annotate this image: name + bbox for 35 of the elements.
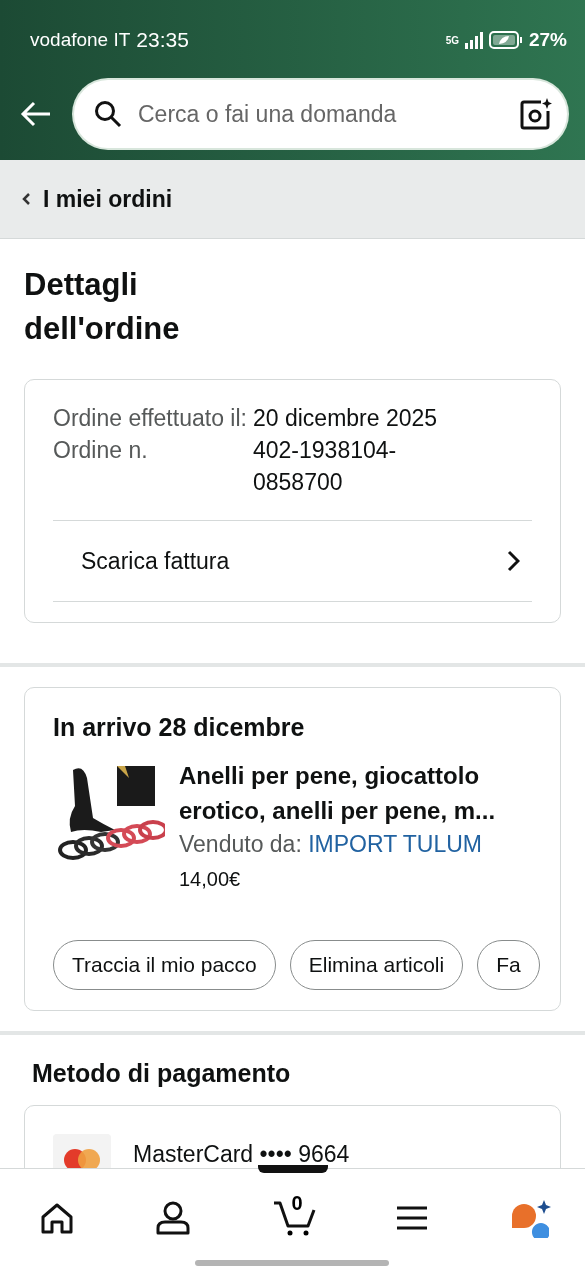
back-arrow-icon[interactable] (20, 101, 52, 127)
action-chip[interactable]: Fa (477, 940, 540, 990)
menu-icon (396, 1205, 429, 1231)
handle-bar (258, 1165, 328, 1173)
clock: 23:35 (136, 28, 189, 52)
seller-label: Venduto da: (179, 831, 302, 857)
page-title: Dettagli dell'ordine (23, 266, 181, 348)
field-label: Ordine n. (53, 436, 149, 465)
signal-icon (464, 31, 483, 49)
card-number: MasterCard •••• 9664 (133, 1140, 350, 1168)
seller-link[interactable]: IMPORT TULUM (308, 831, 482, 857)
chat-bubbles-icon (509, 1198, 553, 1238)
chevron-right-icon (506, 550, 520, 572)
action-chip[interactable]: Elimina articoli (289, 940, 464, 990)
section-heading: Metodo di pagamento (31, 1058, 292, 1089)
battery-icon (488, 30, 523, 50)
chevron-left-icon (22, 192, 31, 206)
product-price: 14,00€ (179, 867, 242, 892)
search-bar[interactable]: Cerca o fai una domanda (74, 80, 567, 148)
field-value: 402-1938104-0858700 (253, 436, 398, 497)
breadcrumb-link[interactable]: I miei ordini (43, 185, 173, 213)
download-invoice-link[interactable]: Scarica fattura (53, 521, 532, 602)
field-label: Ordine effettuato il: (53, 404, 248, 433)
network-type: 5G (445, 34, 459, 46)
product-title[interactable]: Anelli per pene, giocattolo erotico, anelli per pene, m... (179, 758, 519, 828)
home-icon (40, 1202, 74, 1234)
search-input[interactable]: Cerca o fai una domanda (136, 99, 505, 129)
delivery-heading: In arrivo 28 dicembre (53, 712, 306, 743)
battery-percentage: 27% (528, 29, 567, 51)
camera-icon[interactable] (519, 97, 553, 131)
person-icon (154, 1201, 191, 1235)
search-icon (94, 100, 122, 128)
field-value: 20 dicembre 2025 (253, 404, 439, 433)
action-chip[interactable]: Traccia il mio pacco (53, 940, 276, 990)
carrier-name: vodafone IT (30, 29, 131, 51)
